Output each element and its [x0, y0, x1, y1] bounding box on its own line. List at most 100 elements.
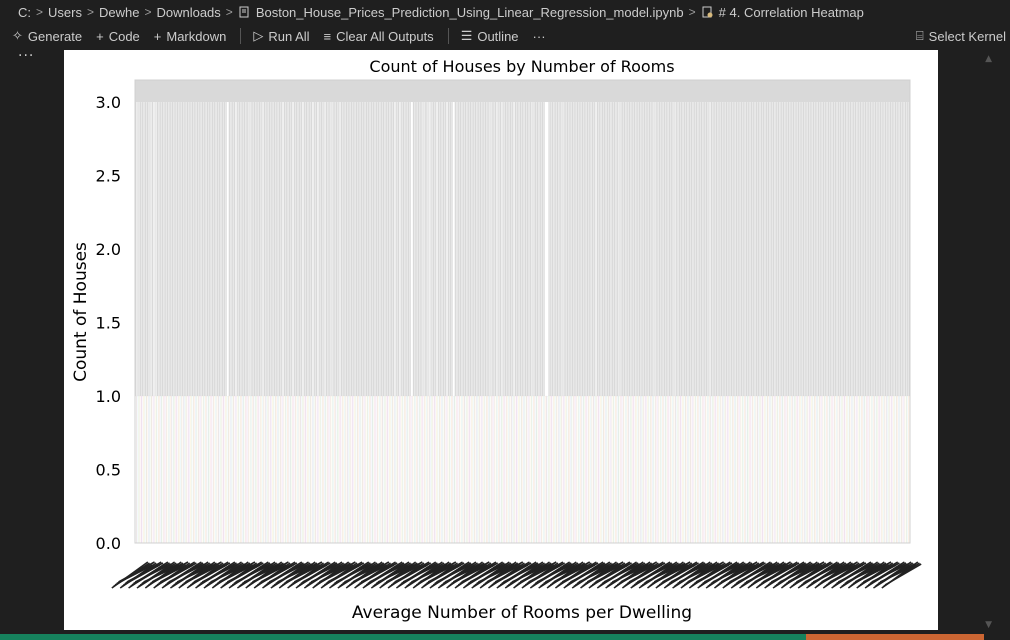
- bar-error-band: [212, 102, 214, 397]
- bar: [526, 395, 529, 544]
- add-markdown-button[interactable]: + Markdown: [154, 29, 227, 44]
- bar: [241, 395, 244, 544]
- scroll-up-arrow-icon[interactable]: ▲: [985, 54, 992, 64]
- bar-error-band: [588, 102, 590, 397]
- bar: [503, 395, 505, 544]
- bar-error-band: [888, 102, 890, 397]
- bar-error-band: [901, 102, 903, 397]
- bar: [790, 395, 793, 544]
- bar: [727, 395, 730, 544]
- bar: [345, 395, 348, 544]
- bar: [251, 395, 254, 544]
- bar-error-band: [396, 102, 398, 397]
- bar-error-band: [427, 102, 430, 397]
- generate-button[interactable]: ✧ Generate: [12, 28, 82, 44]
- bar-error-band: [294, 102, 296, 397]
- bar: [600, 395, 602, 544]
- bar-error-band: [506, 102, 508, 397]
- bar: [164, 395, 167, 544]
- bar: [307, 395, 309, 544]
- bar: [302, 395, 304, 544]
- bar-error-band: [409, 102, 411, 397]
- bar-error-band: [844, 102, 846, 397]
- bar: [189, 395, 192, 544]
- bar-error-band: [824, 102, 826, 397]
- run-all-button[interactable]: ▷ Run All: [253, 28, 309, 44]
- bar-chart: Count of Houses by Number of Rooms 0.0 0.…: [64, 50, 938, 630]
- more-actions-button[interactable]: ···: [533, 29, 546, 44]
- bar-error-band: [267, 102, 269, 397]
- bar-error-band: [787, 102, 790, 397]
- bar: [723, 395, 726, 544]
- bar-error-band: [417, 102, 420, 397]
- outline-button[interactable]: ☰ Outline: [461, 28, 519, 44]
- bar: [581, 395, 584, 544]
- bar: [139, 395, 142, 544]
- bar-error-band: [749, 102, 751, 397]
- bar-error-band: [419, 102, 421, 397]
- bar: [553, 395, 555, 544]
- bar-error-band: [335, 102, 338, 397]
- bar: [285, 395, 288, 544]
- bar: [775, 395, 778, 544]
- bar-error-band: [871, 102, 873, 397]
- add-code-button[interactable]: + Code: [96, 29, 140, 44]
- bar: [640, 395, 643, 544]
- bar-error-band: [546, 102, 549, 397]
- bar-error-band: [586, 102, 589, 397]
- bar: [400, 395, 403, 544]
- bar-error-band: [774, 102, 776, 397]
- breadcrumb-item-cell[interactable]: # 4. Correlation Heatmap: [719, 5, 864, 20]
- breadcrumb-item-drive[interactable]: C:: [18, 5, 31, 20]
- breadcrumb-item-user[interactable]: Dewhe: [99, 5, 139, 20]
- bar-error-band: [453, 102, 455, 397]
- cell-more-actions[interactable]: ···: [18, 48, 34, 64]
- bar: [534, 395, 537, 544]
- bar: [258, 395, 261, 544]
- bar: [849, 395, 852, 544]
- bar: [872, 395, 875, 544]
- bar-error-band: [667, 102, 669, 397]
- bar-error-band: [372, 102, 374, 397]
- bar: [799, 395, 802, 544]
- bar-error-band: [814, 102, 816, 397]
- bar: [397, 395, 400, 544]
- bar-error-band: [598, 102, 600, 397]
- breadcrumb-item-downloads[interactable]: Downloads: [156, 5, 220, 20]
- bar: [424, 395, 427, 544]
- bar: [717, 395, 720, 544]
- list-icon: ☰: [460, 28, 473, 43]
- breadcrumb-item-notebook[interactable]: Boston_House_Prices_Prediction_Using_Lin…: [256, 5, 684, 20]
- bar: [683, 395, 686, 544]
- bar-error-band: [270, 102, 272, 397]
- bar: [782, 395, 785, 544]
- bar: [315, 395, 318, 544]
- bar-error-band: [771, 102, 773, 397]
- bar: [310, 395, 313, 544]
- bar: [156, 395, 159, 544]
- bar: [610, 395, 612, 544]
- bar: [616, 395, 619, 544]
- bar-error-band: [196, 102, 199, 397]
- bar: [583, 395, 586, 544]
- bar-error-band: [836, 102, 838, 397]
- bar-error-band: [789, 102, 791, 397]
- bar-error-band: [379, 102, 381, 397]
- bar: [784, 395, 786, 544]
- bar-error-band: [412, 102, 415, 397]
- bar: [864, 395, 867, 544]
- markdown-cell-icon: [702, 6, 713, 18]
- bar-error-band: [367, 102, 369, 397]
- bar-error-band: [315, 102, 318, 397]
- bar: [874, 395, 877, 544]
- clear-all-outputs-button[interactable]: ≡ Clear All Outputs: [324, 29, 434, 44]
- bar: [896, 395, 899, 544]
- breadcrumb-item-users[interactable]: Users: [48, 5, 82, 20]
- bar: [682, 395, 684, 544]
- bar-error-band: [463, 102, 465, 397]
- select-kernel-button[interactable]: ⌸ Select Kernel: [916, 24, 1006, 48]
- bar-error-band: [459, 102, 461, 397]
- scroll-down-arrow-icon[interactable]: ▼: [985, 620, 992, 630]
- bar-error-band: [242, 102, 244, 397]
- bars-group: [134, 80, 910, 544]
